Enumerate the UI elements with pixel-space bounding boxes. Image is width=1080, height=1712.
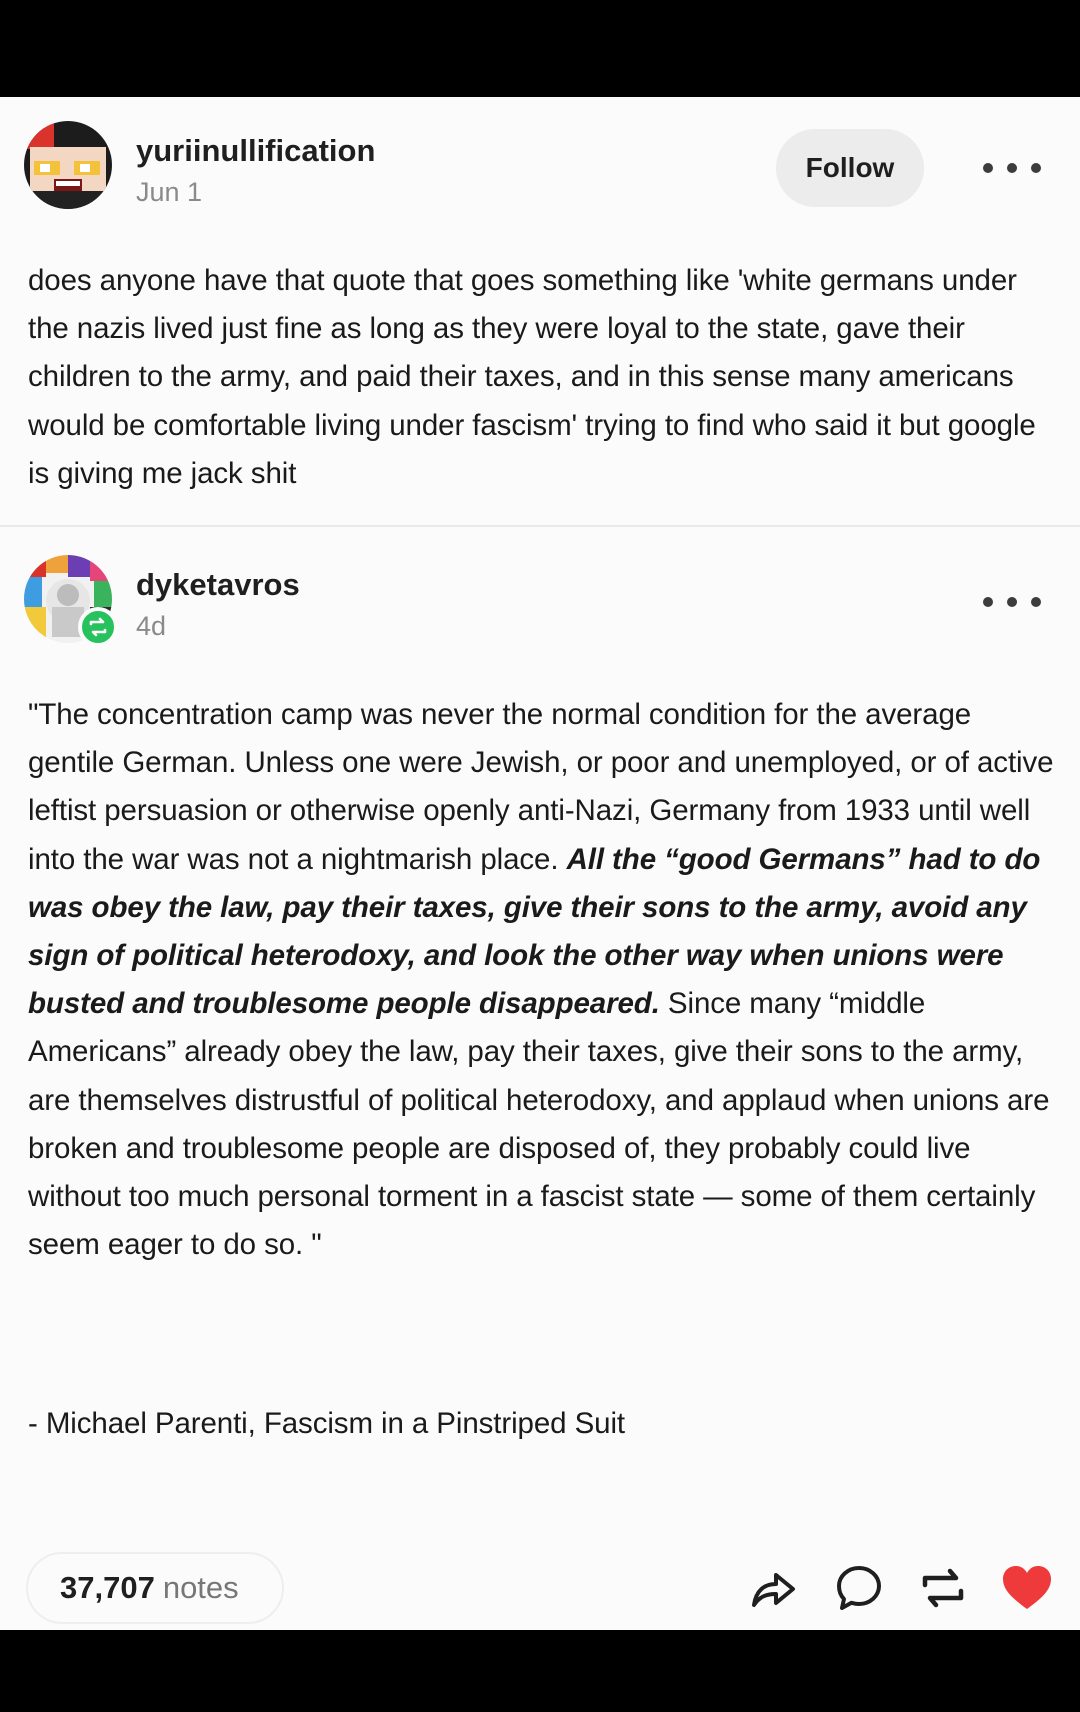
post-username[interactable]: yuriinullification xyxy=(136,133,375,169)
reblog-icon[interactable] xyxy=(916,1561,970,1615)
post-body-original: does anyone have that quote that goes so… xyxy=(28,264,1036,490)
more-options-icon[interactable] xyxy=(980,589,1044,615)
avatar[interactable] xyxy=(24,121,112,209)
like-heart-icon[interactable] xyxy=(1000,1561,1054,1615)
reblog-divider xyxy=(0,525,1080,527)
share-icon[interactable] xyxy=(746,1561,800,1615)
post-username[interactable]: dyketavros xyxy=(136,567,300,603)
post-sheet: yuriinullification Jun 1 Follow does any… xyxy=(0,97,1080,1630)
quote-rest: Since many “middle Americans” already ob… xyxy=(28,987,1050,1262)
more-options-icon[interactable] xyxy=(980,155,1044,181)
bottom-black-bar xyxy=(0,1630,1080,1712)
reply-icon[interactable] xyxy=(832,1561,886,1615)
follow-button[interactable]: Follow xyxy=(776,129,924,207)
post-timestamp: 4d xyxy=(136,611,167,641)
post-actions xyxy=(0,1561,1080,1621)
quote-attribution: - Michael Parenti, Fascism in a Pinstrip… xyxy=(28,1407,625,1440)
post-timestamp: Jun 1 xyxy=(136,177,203,207)
reblog-badge-icon xyxy=(78,607,118,647)
post-header-reblog: dyketavros 4d xyxy=(24,555,1056,651)
post-header-original: yuriinullification Jun 1 Follow xyxy=(24,121,1056,217)
top-black-bar xyxy=(0,0,1080,97)
post-body-reblog: "The concentration camp was never the no… xyxy=(28,691,1058,1269)
